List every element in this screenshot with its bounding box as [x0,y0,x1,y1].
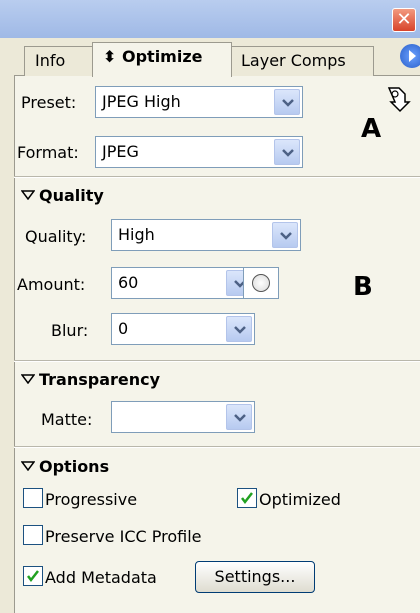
options-section-header[interactable]: Options [21,457,109,476]
circle-icon [252,274,270,292]
optimized-label: Optimized [259,490,341,509]
panel-menu-icon [409,50,416,62]
dropdown-arrow-icon [226,404,252,430]
checkmark-icon [241,492,253,505]
separator [14,360,420,362]
disclosure-triangle-icon [21,374,35,384]
tab-optimize[interactable]: ⬍ Optimize [92,42,232,77]
tab-layer-comps-label: Layer Comps [241,51,346,70]
quality-value: High [118,225,155,244]
panel-menu-button[interactable] [400,44,420,68]
quality-section-title: Quality [39,186,104,205]
amount-label: Amount: [17,275,86,294]
dropdown-arrow-icon [226,316,252,342]
add-metadata-label: Add Metadata [45,568,157,587]
format-value: JPEG [102,142,139,161]
quality-section-header[interactable]: Quality [21,186,104,205]
optimized-checkbox[interactable] [237,488,257,508]
disclosure-triangle-icon [21,461,35,471]
progressive-checkbox[interactable] [23,488,43,508]
dropdown-arrow-icon [274,139,300,165]
progressive-label: Progressive [45,490,138,509]
quality-select[interactable]: High [111,219,301,251]
preset-value: JPEG High [102,92,181,111]
export-wizard-icon[interactable] [383,84,413,114]
dropdown-arrow-icon [272,222,298,248]
blur-value: 0 [118,319,129,338]
panel-content: Preset: JPEG High A Format: JPEG Quality… [14,76,420,613]
preset-label: Preset: [21,93,77,112]
selective-quality-button[interactable] [243,267,279,299]
tab-optimize-label: Optimize [121,47,203,66]
matte-select[interactable] [111,401,255,433]
annotation-b: B [353,272,373,302]
add-metadata-checkbox[interactable] [23,566,43,586]
close-icon: ✕ [396,9,412,30]
optimize-panel: ✕ Info Layer Comps ⬍ Optimize Preset: JP… [0,0,420,613]
transparency-section-header[interactable]: Transparency [21,370,160,389]
quality-label: Quality: [25,227,87,246]
separator [14,176,420,178]
format-label: Format: [17,143,79,162]
settings-button[interactable]: Settings... [195,561,315,593]
tab-info-label: Info [35,51,66,70]
matte-label: Matte: [41,410,93,429]
blur-label: Blur: [51,321,89,340]
dropdown-arrow-icon [274,89,300,115]
preserve-icc-checkbox[interactable] [23,525,43,545]
separator [14,446,420,448]
tab-layer-comps[interactable]: Layer Comps [230,46,374,76]
disclosure-triangle-icon [21,190,35,200]
transparency-section-title: Transparency [39,370,161,389]
blur-select[interactable]: 0 [111,313,255,345]
preset-select[interactable]: JPEG High [95,86,303,118]
settings-button-label: Settings... [214,567,296,586]
checkmark-icon [27,570,39,583]
close-button[interactable]: ✕ [392,8,416,32]
amount-select[interactable]: 60 [111,267,255,299]
panel-titlebar: ✕ [0,0,420,38]
annotation-a: A [361,114,382,144]
tab-strip: Info Layer Comps ⬍ Optimize [14,40,420,77]
tab-info[interactable]: Info [24,46,94,76]
format-select[interactable]: JPEG [95,136,303,168]
amount-value: 60 [118,273,139,292]
preserve-icc-label: Preserve ICC Profile [45,527,202,546]
options-section-title: Options [39,457,110,476]
reorder-icon: ⬍ [103,47,117,66]
